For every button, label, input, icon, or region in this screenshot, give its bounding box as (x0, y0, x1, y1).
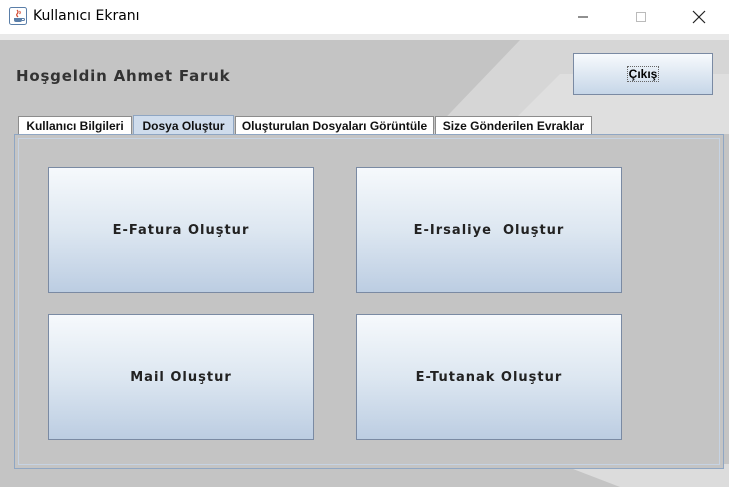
tab-olusturulan-dosyalari-goruntule[interactable]: Oluşturulan Dosyaları Görüntüle (235, 116, 434, 135)
tab-label: Size Gönderilen Evraklar (442, 119, 585, 133)
tab-dosya-olustur[interactable]: Dosya Oluştur (133, 115, 234, 135)
java-app-icon (9, 7, 27, 25)
welcome-text: Hoşgeldin Ahmet Faruk (16, 67, 231, 85)
tab-label: Dosya Oluştur (142, 118, 225, 133)
tab-label: Kullanıcı Bilgileri (26, 119, 124, 133)
title-bar: Kullanıcı Ekranı (0, 0, 729, 34)
exit-button-label: Çıkış (626, 66, 660, 82)
maximize-button[interactable] (618, 0, 664, 34)
efatura-olustur-button[interactable]: E-Fatura Oluştur (48, 167, 314, 293)
main-content: Hoşgeldin Ahmet Faruk Çıkış Kullanıcı Bi… (0, 34, 729, 487)
etutanak-olustur-label: E-Tutanak Oluştur (415, 369, 563, 385)
etutanak-olustur-button[interactable]: E-Tutanak Oluştur (356, 314, 622, 440)
maximize-icon (636, 12, 646, 22)
window-title: Kullanıcı Ekranı (33, 8, 140, 24)
close-icon (692, 10, 706, 24)
tab-size-gonderilen-evraklar[interactable]: Size Gönderilen Evraklar (435, 116, 592, 135)
tab-label: Oluşturulan Dosyaları Görüntüle (241, 119, 428, 133)
efatura-olustur-label: E-Fatura Oluştur (112, 222, 250, 238)
eirsaliye-olustur-button[interactable]: E-Irsaliye Oluştur (356, 167, 622, 293)
minimize-icon (578, 16, 588, 18)
tab-kullanici-bilgileri[interactable]: Kullanıcı Bilgileri (18, 116, 132, 135)
mail-olustur-button[interactable]: Mail Oluştur (48, 314, 314, 440)
exit-button[interactable]: Çıkış (573, 53, 713, 95)
eirsaliye-olustur-label: E-Irsaliye Oluştur (413, 222, 565, 238)
close-button[interactable] (676, 0, 722, 34)
minimize-button[interactable] (560, 0, 606, 34)
mail-olustur-label: Mail Oluştur (130, 369, 232, 385)
